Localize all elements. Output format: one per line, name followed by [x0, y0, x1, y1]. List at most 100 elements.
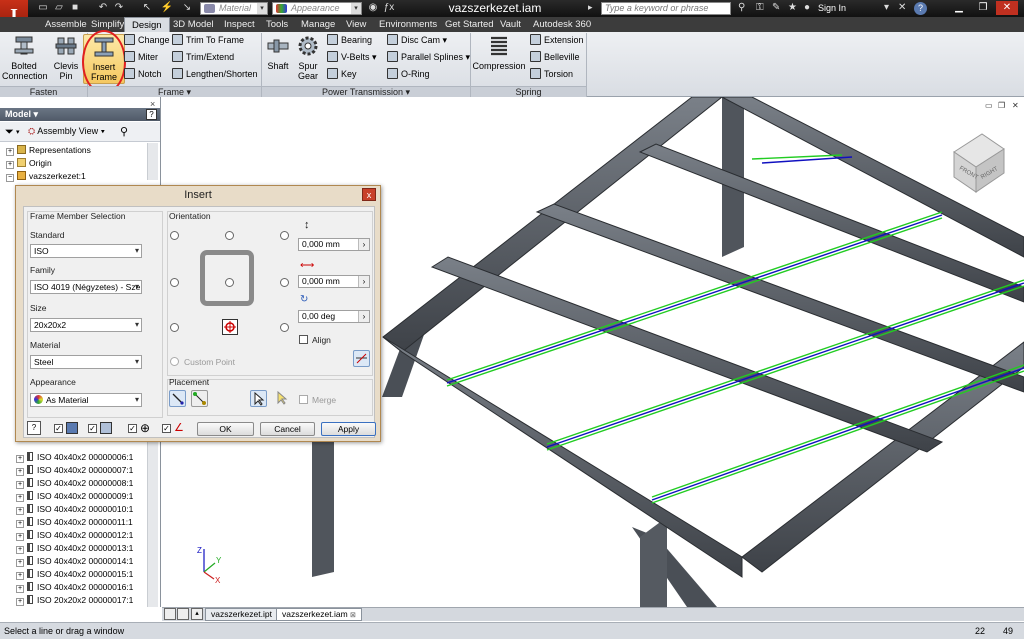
- update-icon[interactable]: ⚡: [160, 2, 174, 14]
- trim-extend-button[interactable]: Trim/Extend: [172, 50, 234, 65]
- undo-icon[interactable]: ↶: [96, 2, 110, 14]
- rotation-input[interactable]: 0,00 deg ›: [298, 310, 370, 323]
- options-icon[interactable]: [66, 422, 78, 434]
- select-cursor-alt-button[interactable]: [274, 390, 291, 407]
- key-button[interactable]: Key: [327, 67, 357, 82]
- dialog-close-button[interactable]: x: [362, 188, 376, 201]
- change-button[interactable]: Change: [124, 33, 170, 48]
- tree-item-frame-member[interactable]: + ISO 40x40x2 00000015:1: [16, 568, 133, 581]
- find-icon[interactable]: ⚲: [120, 125, 128, 138]
- vertical-offset-input[interactable]: 0,000 mm ›: [298, 238, 370, 251]
- browser-help-icon[interactable]: ?: [146, 109, 157, 120]
- select-cursor-button[interactable]: [250, 390, 267, 407]
- clevis-pin-button[interactable]: Clevis Pin: [46, 34, 86, 84]
- expand-icon[interactable]: +: [16, 455, 24, 463]
- user-icon[interactable]: ●: [804, 2, 810, 13]
- tree-item-frame-member[interactable]: + ISO 20x20x2 00000017:1: [16, 594, 133, 607]
- browser-scrollbar[interactable]: [147, 143, 158, 180]
- open-icon[interactable]: ▱: [52, 2, 66, 14]
- apply-button[interactable]: Apply: [321, 422, 376, 436]
- tab-3d-model[interactable]: 3D Model: [166, 17, 221, 32]
- placement-points-button[interactable]: [191, 390, 208, 407]
- doc-tab-ipt[interactable]: vazszerkezet.ipt: [205, 608, 278, 621]
- restore-button[interactable]: ❐: [972, 1, 994, 15]
- power-transmission-panel-label[interactable]: Power Transmission ▾: [262, 86, 470, 97]
- merge-checkbox[interactable]: [299, 395, 308, 404]
- minimize-button[interactable]: ▁: [948, 1, 970, 15]
- close-tab-icon[interactable]: ⊠: [350, 612, 356, 619]
- anchor-radio-right[interactable]: [280, 278, 289, 287]
- material-combo[interactable]: Material ▾: [200, 2, 268, 15]
- option-checkbox-2[interactable]: ✓: [88, 424, 97, 433]
- appearance-select[interactable]: As Material ▾: [30, 393, 142, 407]
- anchor-radio-top[interactable]: [225, 231, 234, 240]
- frame-panel-label[interactable]: Frame ▾: [88, 86, 261, 97]
- select-icon[interactable]: ↘: [180, 2, 194, 14]
- material-select[interactable]: Steel ▾: [30, 355, 142, 369]
- expand-icon[interactable]: +: [16, 481, 24, 489]
- disc-cam-button[interactable]: Disc Cam ▾: [387, 33, 447, 48]
- anchor-radio-top-left[interactable]: [170, 231, 179, 240]
- search-input[interactable]: Type a keyword or phrase: [601, 2, 731, 15]
- torsion-button[interactable]: Torsion: [530, 67, 573, 82]
- tree-item-frame-member[interactable]: + ISO 40x40x2 00000013:1: [16, 542, 133, 555]
- expand-icon[interactable]: +: [16, 533, 24, 541]
- tile-icon[interactable]: [164, 608, 176, 620]
- assembly-view-dropdown[interactable]: ⛭ Assembly View ▾: [28, 126, 105, 137]
- key-icon[interactable]: ⚿: [756, 2, 764, 13]
- standard-select[interactable]: ISO ▾: [30, 244, 142, 258]
- help-icon[interactable]: ?: [914, 2, 927, 15]
- doc-tab-iam[interactable]: vazszerkezet.iam ⊠: [276, 608, 362, 621]
- bolted-connection-button[interactable]: Bolted Connection: [2, 34, 48, 84]
- help-button[interactable]: ?: [27, 421, 41, 435]
- scroll-left-icon[interactable]: ▴: [191, 608, 203, 620]
- anchor-radio-left[interactable]: [170, 278, 179, 287]
- shaft-button[interactable]: Shaft: [263, 34, 293, 84]
- chevron-down-icon[interactable]: ▾: [884, 2, 889, 13]
- tab-view[interactable]: View: [339, 17, 373, 32]
- viewport-close-icon[interactable]: ✕: [1012, 101, 1019, 110]
- tree-item-frame-member[interactable]: + ISO 40x40x2 00000010:1: [16, 503, 133, 516]
- tab-design[interactable]: Design: [124, 17, 170, 32]
- tab-get-started[interactable]: Get Started: [438, 17, 501, 32]
- tab-manage[interactable]: Manage: [294, 17, 342, 32]
- cascade-icon[interactable]: [177, 608, 189, 620]
- cancel-button[interactable]: Cancel: [260, 422, 315, 436]
- expand-icon[interactable]: +: [16, 468, 24, 476]
- size-select[interactable]: 20x20x2 ▾: [30, 318, 142, 332]
- browser-title[interactable]: Model ▾: [0, 108, 160, 121]
- chevron-right-icon[interactable]: ▸: [588, 2, 598, 15]
- tree-item-frame-member[interactable]: + ISO 40x40x2 00000007:1: [16, 464, 133, 477]
- star-icon[interactable]: ★: [788, 2, 797, 13]
- lengthen-shorten-button[interactable]: Lengthen/Shorten: [172, 67, 258, 82]
- binoculars-icon[interactable]: ⚲: [738, 2, 745, 13]
- bearing-button[interactable]: Bearing: [327, 33, 372, 48]
- expand-icon[interactable]: +: [16, 520, 24, 528]
- frame-options-icon[interactable]: [100, 422, 112, 434]
- filter-icon[interactable]: ⏷: [5, 126, 14, 139]
- tree-item-frame-member[interactable]: + ISO 40x40x2 00000008:1: [16, 477, 133, 490]
- viewcube[interactable]: FRONT RIGHT: [953, 133, 1005, 193]
- exchange-icon[interactable]: ✕: [898, 2, 906, 13]
- viewport-restore-icon[interactable]: ❐: [998, 101, 1005, 110]
- horizontal-offset-input[interactable]: 0,000 mm ›: [298, 275, 370, 288]
- option-checkbox-4[interactable]: ✓: [162, 424, 171, 433]
- anchor-radio-bottom-right[interactable]: [280, 323, 289, 332]
- tree-item-representations[interactable]: + Representations: [6, 144, 91, 157]
- globe-icon[interactable]: ⊕: [140, 421, 150, 435]
- option-checkbox-1[interactable]: ✓: [54, 424, 63, 433]
- browser-scrollbar-lower[interactable]: [147, 442, 158, 607]
- extension-button[interactable]: Extension: [530, 33, 584, 48]
- option-checkbox-3[interactable]: ✓: [128, 424, 137, 433]
- expand-icon[interactable]: +: [16, 598, 24, 606]
- spur-gear-button[interactable]: Spur Gear: [293, 34, 323, 84]
- tab-inspect[interactable]: Inspect: [217, 17, 262, 32]
- params-icon[interactable]: ƒx: [382, 2, 396, 14]
- chevron-down-icon[interactable]: ▾: [16, 128, 20, 136]
- tree-item-frame-member[interactable]: + ISO 40x40x2 00000014:1: [16, 555, 133, 568]
- trim-to-frame-button[interactable]: Trim To Frame: [172, 33, 244, 48]
- notch-button[interactable]: Notch: [124, 67, 162, 82]
- placement-line-button[interactable]: [169, 390, 186, 407]
- expand-icon[interactable]: +: [16, 572, 24, 580]
- expand-icon[interactable]: +: [16, 507, 24, 515]
